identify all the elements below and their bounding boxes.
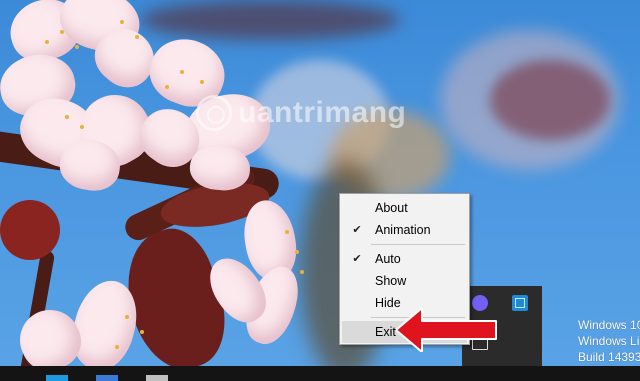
- windows-version-line: Windows 10: [578, 318, 640, 332]
- stamen: [285, 230, 289, 234]
- stamen: [200, 80, 204, 84]
- app-icon[interactable]: [512, 295, 528, 311]
- stamen: [135, 35, 139, 39]
- stamen: [45, 40, 49, 44]
- stamen: [80, 125, 84, 129]
- menu-item-label: Exit: [375, 325, 396, 339]
- menu-item-label: Show: [375, 274, 407, 288]
- watermark-logo-icon: [196, 95, 232, 131]
- windows-version-watermark: Windows 10 Windows Li Build 14393.rs: [578, 317, 640, 365]
- bokeh-branch: [140, 0, 400, 40]
- stamen: [120, 20, 124, 24]
- stamen: [165, 85, 169, 89]
- taskbar-app-icon[interactable]: [96, 375, 118, 381]
- checkmark-icon: ✔: [352, 253, 362, 265]
- menu-item-animation[interactable]: ✔ Animation: [340, 219, 469, 241]
- taskbar-app-icon[interactable]: [146, 375, 168, 381]
- site-watermark: uantrimang: [196, 90, 406, 136]
- watermark-text: uantrimang: [238, 96, 407, 129]
- windows-version-line: Windows Li: [578, 334, 640, 348]
- bokeh-branch: [490, 60, 610, 140]
- windows-build-line: Build 14393.rs: [578, 350, 640, 364]
- menu-item-about[interactable]: About: [340, 197, 469, 219]
- stamen: [60, 30, 64, 34]
- menu-item-label: About: [375, 201, 408, 215]
- stamen: [180, 70, 184, 74]
- stamen: [295, 250, 299, 254]
- menu-item-show[interactable]: Show: [340, 270, 469, 292]
- menu-item-label: Auto: [375, 252, 401, 266]
- red-arrow-icon: [396, 308, 497, 352]
- taskbar-app-icon[interactable]: [46, 375, 68, 381]
- stamen: [75, 45, 79, 49]
- checkmark-icon: ✔: [352, 224, 362, 236]
- stamen: [140, 330, 144, 334]
- stamen: [115, 345, 119, 349]
- bud: [0, 200, 60, 260]
- desktop-wallpaper: [0, 0, 640, 381]
- taskbar: [0, 366, 640, 381]
- stamen: [125, 315, 129, 319]
- stamen: [65, 115, 69, 119]
- menu-item-label: Animation: [375, 223, 431, 237]
- stamen: [300, 270, 304, 274]
- menu-separator: [371, 244, 465, 245]
- menu-item-auto[interactable]: ✔ Auto: [340, 248, 469, 270]
